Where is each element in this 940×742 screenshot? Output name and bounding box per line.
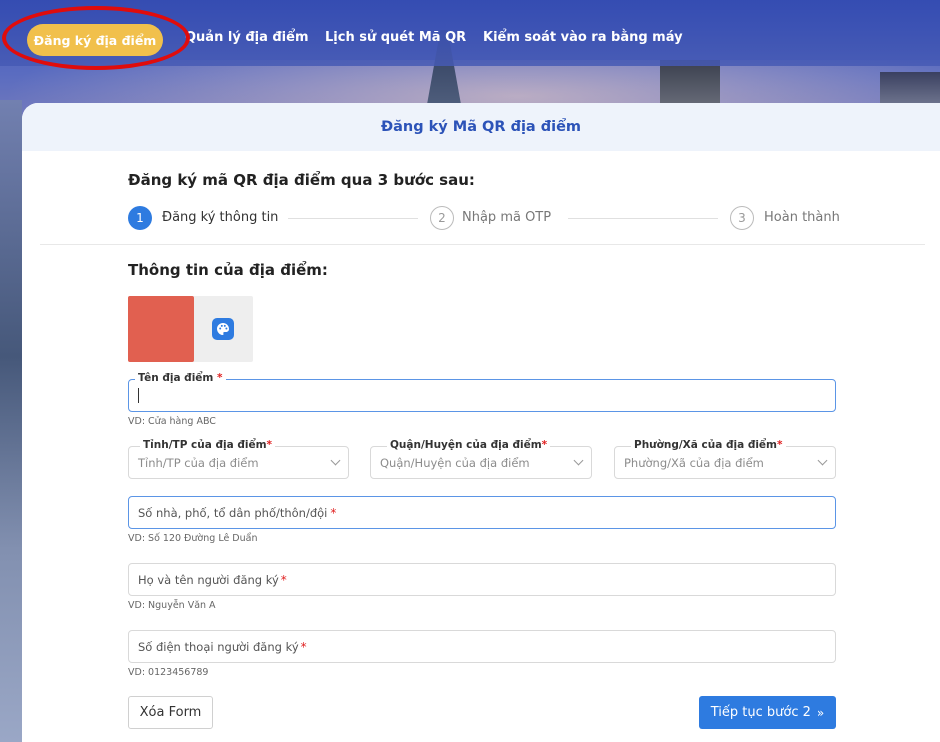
chevron-down-icon: [330, 455, 341, 466]
phone-hint: VD: 0123456789: [128, 667, 209, 678]
chevron-down-icon: [573, 455, 584, 466]
double-chevron-right-icon: »: [816, 705, 825, 720]
next-step-button[interactable]: Tiếp tục bước 2 »: [699, 696, 836, 729]
required-mark: *: [330, 505, 337, 520]
nav-item-qr-scan-history[interactable]: Lịch sử quét Mã QR: [325, 30, 466, 45]
nav-item-access-control[interactable]: Kiểm soát vào ra bằng máy: [483, 30, 683, 45]
district-label-text: Quận/Huyện của địa điểm: [390, 439, 542, 451]
fullname-placeholder: Họ và tên người đăng ký: [138, 572, 279, 587]
district-placeholder: Quận/Huyện của địa điểm: [380, 455, 530, 470]
district-label: Quận/Huyện của địa điểm*: [387, 439, 551, 451]
province-placeholder: Tỉnh/TP của địa điểm: [138, 455, 259, 470]
next-step-label: Tiếp tục bước 2: [710, 705, 811, 720]
color-swatch[interactable]: [128, 296, 194, 362]
step-connector: [568, 218, 718, 219]
registration-card: Đăng ký Mã QR địa điểm Đăng ký mã QR địa…: [22, 103, 940, 742]
fullname-hint: VD: Nguyễn Văn A: [128, 600, 216, 611]
palette-icon[interactable]: [212, 318, 234, 340]
stepper: 1 Đăng ký thông tin 2 Nhập mã OTP 3 Hoàn…: [128, 206, 840, 232]
card-title: Đăng ký Mã QR địa điểm: [22, 103, 940, 151]
required-mark: *: [266, 439, 273, 451]
ward-placeholder: Phường/Xã của địa điểm: [624, 455, 764, 470]
required-mark: *: [280, 572, 287, 587]
ward-label-text: Phường/Xã của địa điểm: [634, 439, 777, 451]
step-2-label: Nhập mã OTP: [462, 210, 552, 225]
divider: [40, 244, 925, 245]
required-mark: *: [777, 439, 783, 451]
province-label-text: Tỉnh/TP của địa điểm: [143, 439, 267, 451]
color-picker[interactable]: [128, 296, 253, 362]
step-connector: [288, 218, 418, 219]
step-1-indicator: 1: [128, 206, 152, 230]
location-name-label: Tên địa điểm *: [135, 372, 226, 384]
steps-title: Đăng ký mã QR địa điểm qua 3 bước sau:: [128, 171, 475, 189]
phone-input[interactable]: Số điện thoại người đăng ký *: [128, 630, 836, 663]
address-hint: VD: Số 120 Đường Lê Duẩn: [128, 533, 258, 544]
highlight-annotation-ellipse: [2, 6, 190, 70]
address-placeholder: Số nhà, phố, tổ dân phố/thôn/đội: [138, 505, 328, 520]
text-caret: [138, 388, 139, 403]
step-3-indicator: 3: [730, 206, 754, 230]
nav-item-manage-locations[interactable]: Quản lý địa điểm: [185, 30, 309, 45]
location-name-input[interactable]: [128, 379, 836, 412]
address-input[interactable]: Số nhà, phố, tổ dân phố/thôn/đội *: [128, 496, 836, 529]
province-label: Tỉnh/TP của địa điểm*: [140, 439, 276, 451]
clear-form-button[interactable]: Xóa Form: [128, 696, 213, 729]
section-title: Thông tin của địa điểm:: [128, 261, 328, 279]
required-mark: *: [541, 439, 548, 451]
location-name-label-text: Tên địa điểm: [138, 372, 214, 384]
fullname-input[interactable]: Họ và tên người đăng ký *: [128, 563, 836, 596]
phone-placeholder: Số điện thoại người đăng ký: [138, 639, 299, 654]
step-2-indicator: 2: [430, 206, 454, 230]
required-mark: *: [300, 639, 307, 654]
step-3-label: Hoàn thành: [764, 210, 840, 225]
ward-label: Phường/Xã của địa điểm*: [631, 439, 786, 451]
chevron-down-icon: [817, 455, 828, 466]
location-name-hint: VD: Cửa hàng ABC: [128, 416, 216, 427]
background-strip: [0, 100, 22, 742]
step-1-label: Đăng ký thông tin: [162, 210, 279, 225]
required-mark: *: [217, 372, 223, 384]
